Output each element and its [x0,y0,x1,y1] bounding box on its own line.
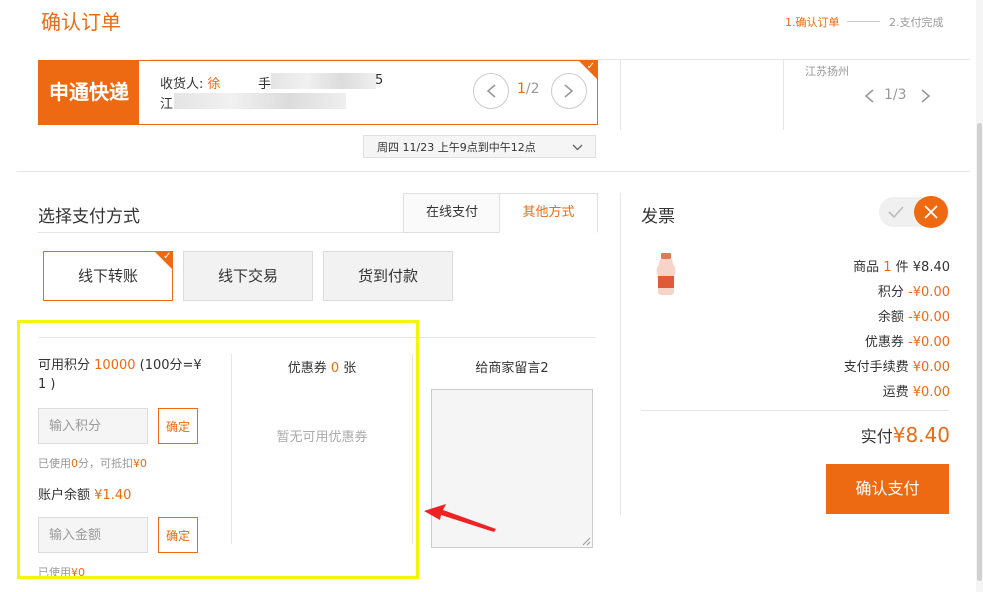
step-confirm-order: 1.确认订单 [785,16,840,29]
prev-address-button[interactable] [473,73,509,109]
check-icon [888,206,904,218]
summary-items: 商品 1 件 ¥8.40 [853,260,950,275]
chevron-left-icon [486,84,496,98]
invoice-label: 发票 [641,207,675,227]
tab-online-payment[interactable]: 在线支付 [403,193,501,233]
chevron-down-icon [572,144,583,151]
address-col-divider [620,60,621,130]
next-address-button[interactable] [551,73,587,109]
method-check-icon: ✓ [163,251,172,262]
highlight-box [17,320,419,579]
summary-balance: 余额 -¥0.00 [877,310,950,325]
side-address-pager: 1/3 [884,87,907,103]
summary-shipping: 运费 ¥0.00 [882,385,950,400]
delivery-time-select[interactable]: 周四 11/23 上午9点到中午12点 [363,135,596,158]
chevron-right-icon [564,84,574,98]
method-offline-transfer[interactable]: 线下转账 [43,251,173,301]
side-next-icon[interactable] [920,88,932,104]
step-divider [847,21,880,22]
summary-coupon: 优惠券 -¥0.00 [864,335,950,350]
address-pager: 1/2 [517,81,540,97]
address-prefix: 江 [160,97,174,112]
invoice-off-knob [914,196,948,228]
tab-other-payment[interactable]: 其他方式 [499,193,598,233]
product-thumbnail-icon [656,253,676,295]
annotation-arrow-icon [424,504,496,532]
summary-points: 积分 -¥0.00 [877,285,950,300]
method-offline-trade[interactable]: 线下交易 [183,251,313,301]
message-label: 给商家留言2 [475,361,549,376]
summary-fee: 支付手续费 ¥0.00 [843,360,950,375]
resize-grip-icon[interactable] [582,537,591,546]
summary-total: 实付¥8.40 [860,423,950,447]
phone-blur [271,73,376,89]
payment-heading: 选择支付方式 [38,207,140,227]
courier-badge: 申通快递 [39,61,139,124]
address-card[interactable]: 申通快递 ✓ 收货人: 徐 手 5 江 1/2 [38,60,598,125]
step-payment-complete: 2.支付完成 [889,16,944,29]
phone-tail: 5 [375,73,384,88]
phone-label: 手 [258,77,272,92]
address-blur [174,93,346,109]
address-col-divider-2 [783,60,784,130]
side-address-region: 江苏扬州 [805,65,849,78]
method-cash-on-delivery[interactable]: 货到付款 [323,251,453,301]
check-icon: ✓ [586,61,595,72]
close-icon [924,205,938,219]
page-title: 确认订单 [41,10,121,34]
tab-baseline [38,232,403,233]
receiver-line: 收货人: 徐 [160,77,221,92]
confirm-payment-button[interactable]: 确认支付 [826,464,949,514]
summary-total-divider [641,410,949,411]
section-divider [17,171,970,172]
side-prev-icon[interactable] [863,88,875,104]
invoice-toggle[interactable] [879,196,949,228]
summary-divider [620,193,621,515]
scrollbar-thumb[interactable] [977,123,982,581]
